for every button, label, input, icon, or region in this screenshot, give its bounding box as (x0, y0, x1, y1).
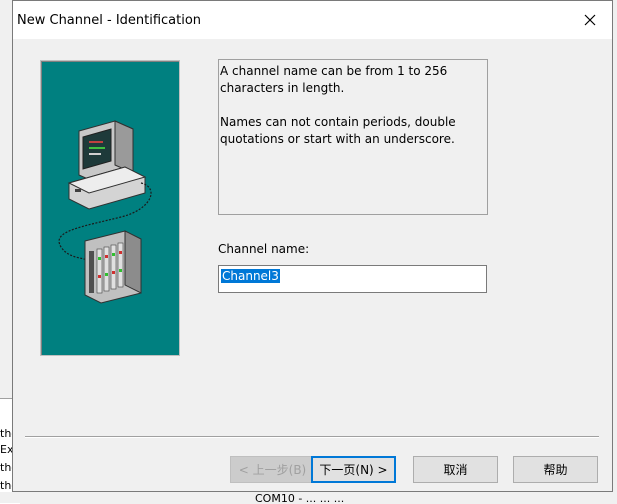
window-title: New Channel - Identification (17, 13, 202, 28)
background-statusbar: COM10 - ... ... ... (0, 492, 617, 503)
info-box: A channel name can be from 1 to 256 char… (218, 59, 488, 215)
info-text: A channel name can be from 1 to 256 (220, 64, 448, 78)
back-button[interactable]: < 上一步(B) (230, 456, 315, 483)
info-text: characters in length. (220, 81, 345, 95)
help-button[interactable]: 帮助 (513, 456, 598, 483)
info-text: Names can not contain periods, double (220, 115, 456, 129)
channel-name-label: Channel name: (218, 242, 310, 256)
channel-name-value: Channel3 (221, 269, 280, 283)
wizard-image-panel (40, 60, 180, 356)
cancel-button[interactable]: 取消 (413, 456, 498, 483)
divider (25, 436, 599, 438)
computer-icon (67, 120, 147, 210)
info-text: quotations or start with an underscore. (220, 132, 455, 146)
title-bar: New Channel - Identification (13, 1, 612, 39)
channel-name-input[interactable]: Channel3 (218, 265, 487, 293)
close-button[interactable] (568, 1, 612, 39)
close-icon (584, 14, 596, 26)
new-channel-dialog: New Channel - Identification A channel n… (12, 0, 613, 492)
background-status-text: COM10 - ... ... ... (255, 492, 345, 503)
io-rack-icon (84, 230, 142, 304)
next-button[interactable]: 下一页(N) > (311, 456, 396, 483)
